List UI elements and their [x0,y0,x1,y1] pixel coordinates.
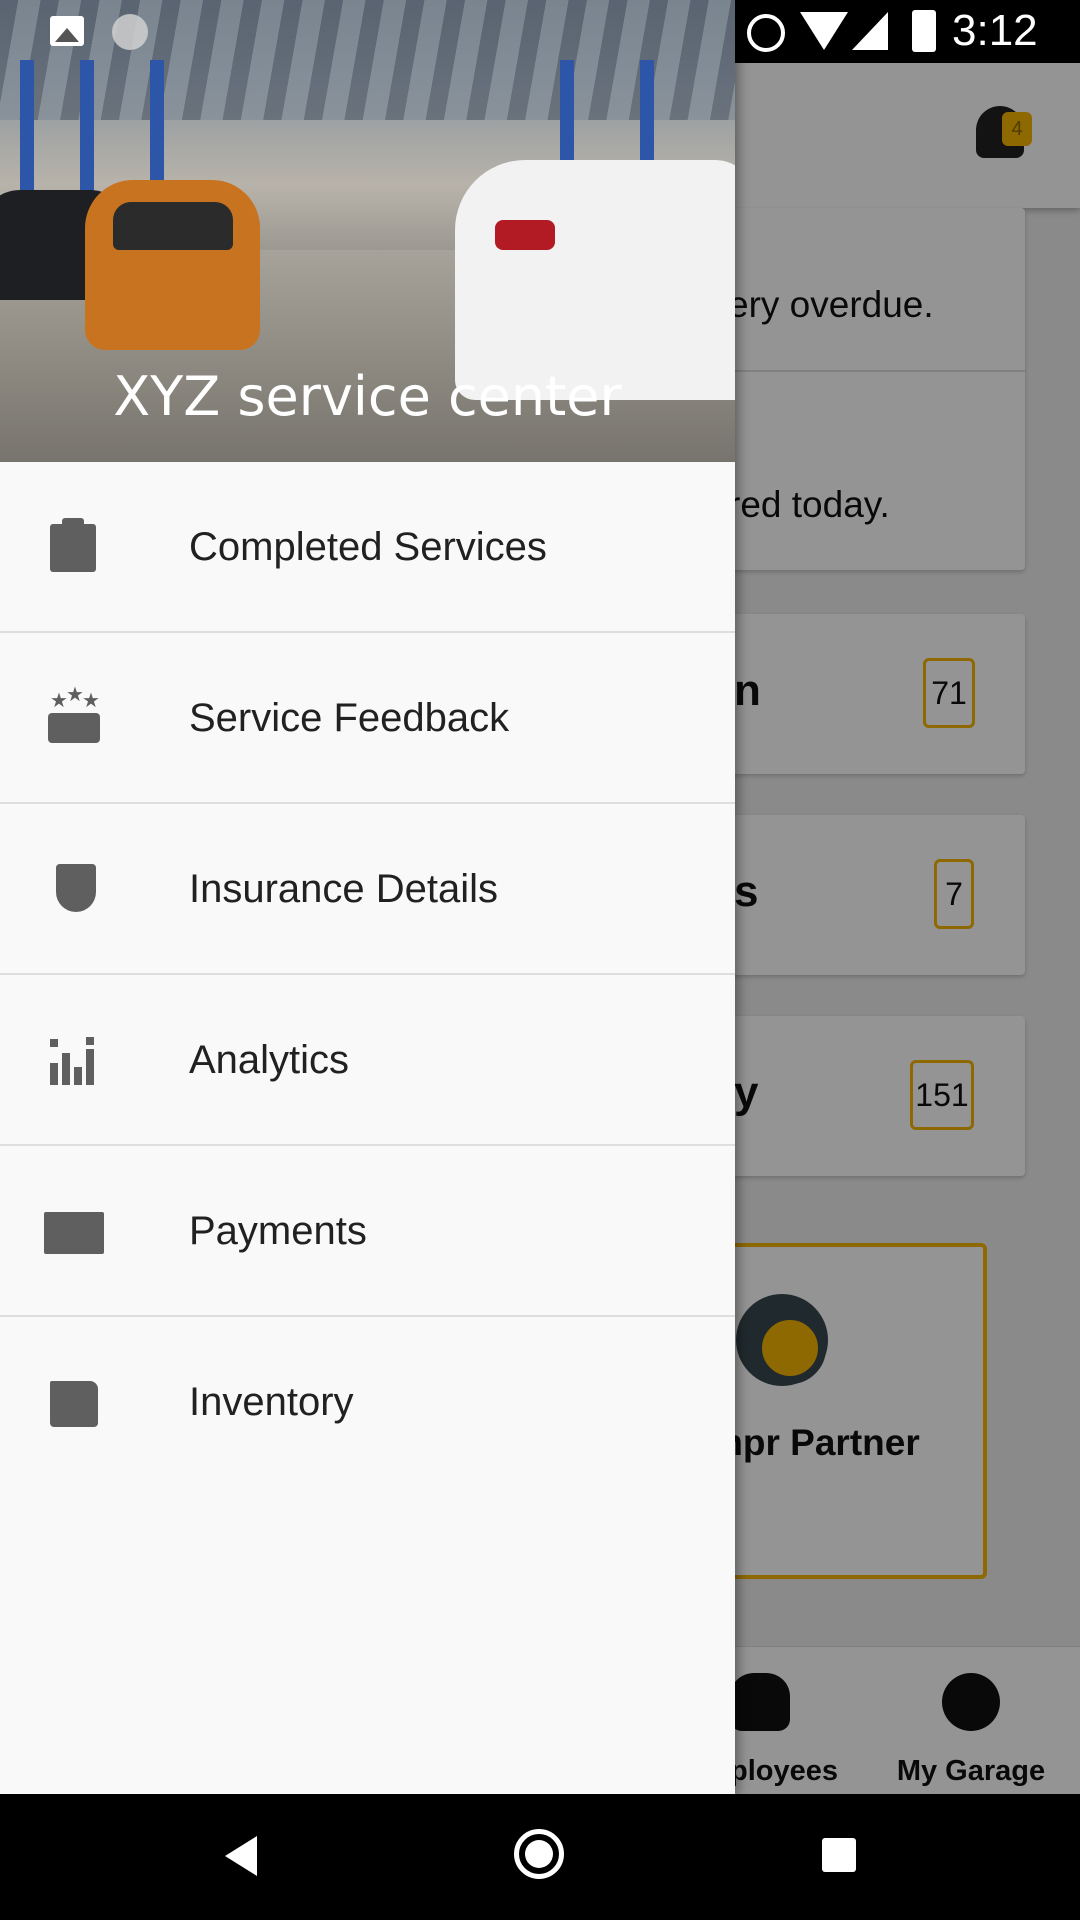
status-bar: 3:12 [0,0,1080,63]
clipboard-icon [42,518,106,576]
back-icon[interactable] [225,1836,257,1876]
drawer-menu: Completed Services ★ ★ ★ Service Feedbac… [0,462,735,1488]
inventory-box-icon [42,1375,106,1431]
sync-icon [112,14,148,50]
system-navigation-bar [0,1794,1080,1920]
menu-item-label: Payments [189,1209,367,1253]
menu-item-completed-services[interactable]: Completed Services [0,462,735,633]
home-icon[interactable] [514,1829,564,1879]
navigation-drawer: XYZ service center Completed Services ★ … [0,0,735,1794]
menu-item-analytics[interactable]: Analytics [0,975,735,1146]
wifi-icon [800,12,848,50]
signal-icon [852,12,888,50]
menu-item-insurance-details[interactable]: Insurance Details [0,804,735,975]
menu-item-label: Completed Services [189,525,547,569]
menu-item-service-feedback[interactable]: ★ ★ ★ Service Feedback [0,633,735,804]
menu-item-payments[interactable]: Payments [0,1146,735,1317]
image-icon [50,16,84,46]
status-time: 3:12 [952,6,1038,55]
menu-item-label: Inventory [189,1380,354,1424]
drawer-header-image: XYZ service center [0,0,735,462]
analytics-chart-icon [42,1033,106,1089]
feedback-stars-icon: ★ ★ ★ [42,685,106,747]
alarm-icon [747,14,785,52]
shield-icon [42,862,106,918]
recents-icon[interactable] [822,1838,856,1872]
menu-item-label: Service Feedback [189,696,510,740]
menu-item-inventory[interactable]: Inventory [0,1317,735,1488]
service-center-name: XYZ service center [113,365,622,428]
menu-item-label: Analytics [189,1038,350,1082]
battery-charging-icon [912,10,936,52]
wallet-icon [42,1204,106,1260]
menu-item-label: Insurance Details [189,867,499,911]
